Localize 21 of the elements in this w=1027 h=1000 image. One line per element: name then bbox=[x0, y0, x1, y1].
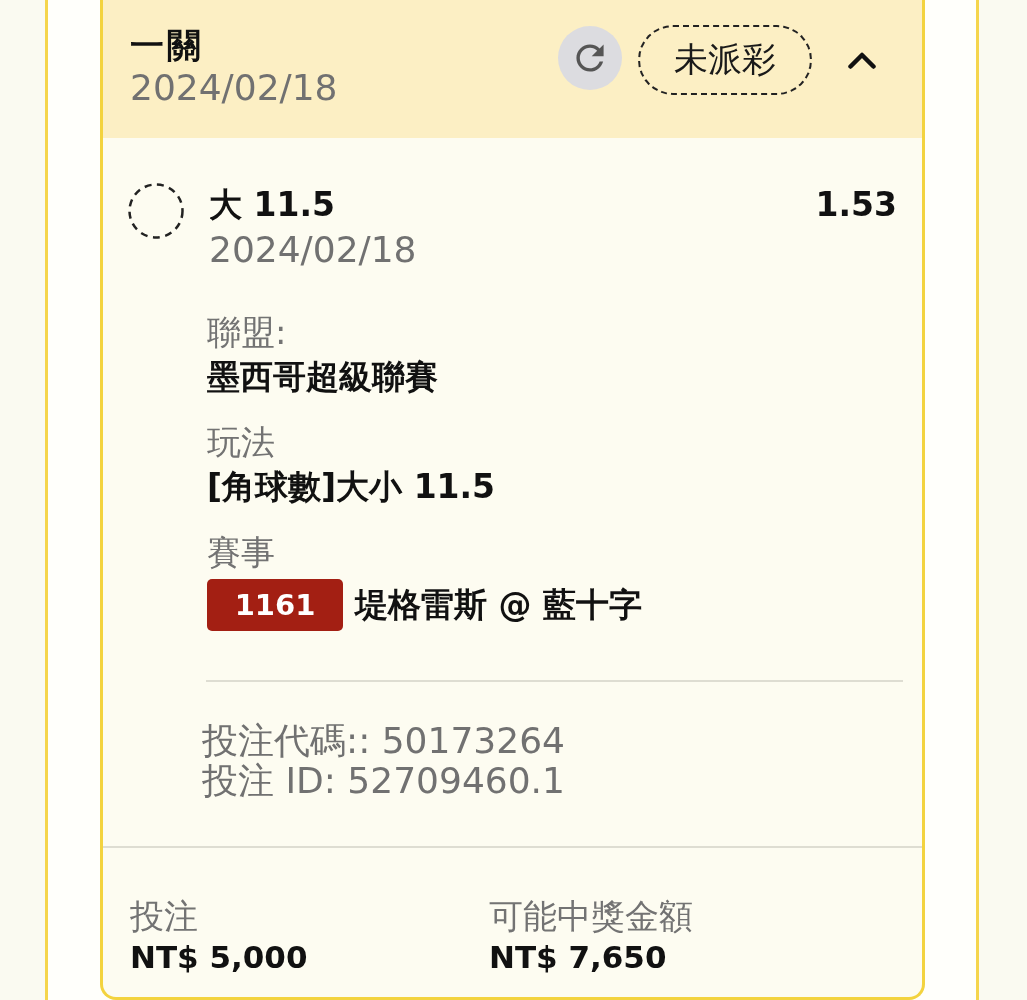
ticket-title: 一關 bbox=[130, 25, 205, 65]
match-number-badge: 1161 bbox=[207, 579, 343, 631]
detail-value: 墨西哥超級聯賽 bbox=[207, 356, 439, 398]
footer-amount: NT$ 7,650 bbox=[489, 938, 668, 977]
detail-value: [角球數]大小 11.5 bbox=[207, 466, 497, 508]
footer-label: 投注 bbox=[130, 896, 199, 936]
footer-label: 可能中獎金額 bbox=[489, 896, 694, 936]
footer-amount: NT$ 5,000 bbox=[130, 938, 309, 977]
bet-reference: 投注代碼:: 50173264 bbox=[202, 721, 566, 761]
bet-reference: 投注 ID: 52709460.1 bbox=[202, 761, 566, 801]
selection-date: 2024/02/18 bbox=[209, 230, 418, 270]
selection-name: 大 11.5 bbox=[209, 185, 336, 225]
detail-label: 聯盟: bbox=[207, 311, 288, 353]
odds-value: 1.53 bbox=[815, 185, 897, 225]
detail-label: 賽事 bbox=[207, 531, 276, 573]
ticket-date: 2024/02/18 bbox=[130, 68, 338, 108]
chevron-icon[interactable] bbox=[848, 51, 876, 69]
match-teams: 堤格雷斯 @ 藍十字 bbox=[355, 584, 642, 626]
status-tag: 未派彩 bbox=[638, 25, 812, 95]
refresh-icon[interactable] bbox=[558, 26, 622, 90]
detail-label: 玩法 bbox=[207, 421, 276, 463]
